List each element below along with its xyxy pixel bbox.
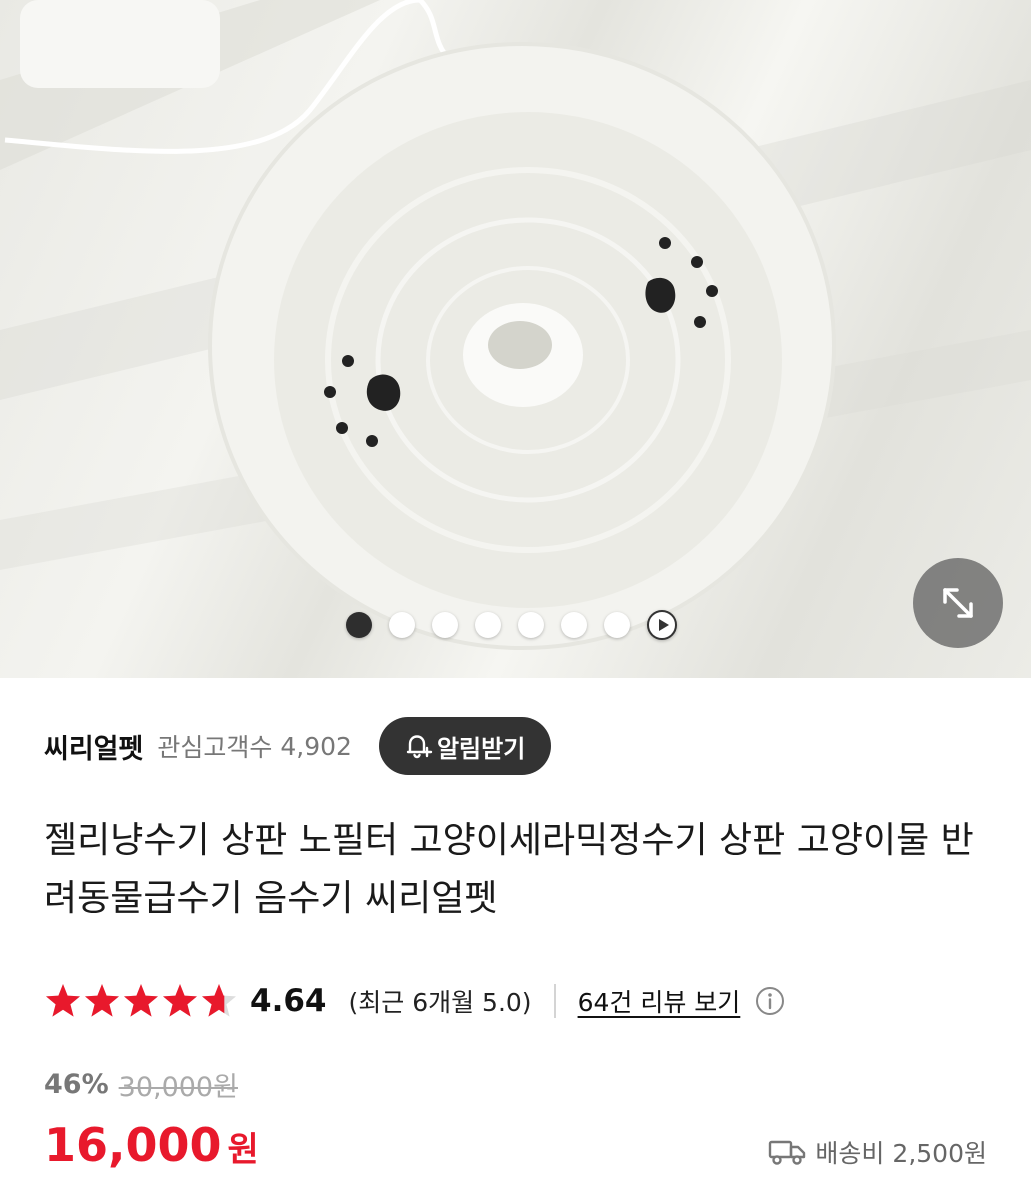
- star-icon: [46, 984, 80, 1017]
- water-fountain-photo: [0, 0, 1031, 650]
- rating-stars: [44, 982, 238, 1020]
- sale-price: 16,000: [44, 1118, 222, 1172]
- currency-unit: 원: [227, 1130, 259, 1170]
- star-icon: [124, 984, 158, 1017]
- original-price: 30,000원: [118, 1071, 238, 1103]
- follower-label: 관심고객수: [157, 733, 273, 762]
- slide-dot[interactable]: [475, 612, 501, 638]
- slide-dot[interactable]: [604, 612, 630, 638]
- discount-rate: 46%: [44, 1068, 109, 1100]
- bell-plus-icon: [406, 735, 433, 759]
- slide-dot[interactable]: [432, 612, 458, 638]
- expand-button[interactable]: [913, 558, 1003, 648]
- truck-icon: [769, 1140, 806, 1165]
- alarm-button[interactable]: 알림받기: [378, 717, 552, 775]
- star-icon: [85, 984, 119, 1017]
- rating-row: 4.64 (최근 6개월 5.0) 64건 리뷰 보기: [44, 976, 786, 1026]
- star-icon: [202, 984, 236, 1017]
- product-title: 젤리냥수기 상판 노필터 고양이세라믹정수기 상판 고양이물 반려동물급수기 음…: [44, 820, 974, 919]
- info-icon[interactable]: [754, 985, 786, 1017]
- shipping-fee: 2,500원: [892, 1139, 987, 1168]
- seller-name[interactable]: 씨리얼펫: [44, 727, 143, 766]
- divider: [553, 984, 556, 1018]
- follower-count: 4,902: [280, 731, 352, 761]
- rating-score: 4.64: [250, 983, 327, 1019]
- price-row: 16,000 원: [44, 1118, 259, 1182]
- shipping-info: 배송비 2,500원: [767, 1130, 987, 1174]
- slide-indicators[interactable]: [346, 610, 677, 640]
- shipping-label: 배송비: [815, 1139, 885, 1168]
- slide-dot[interactable]: [389, 612, 415, 638]
- recent-rating: (최근 6개월 5.0): [348, 988, 532, 1017]
- slide-dot[interactable]: [518, 612, 544, 638]
- seller-row: 씨리얼펫 관심고객수 4,902 알림받기: [44, 716, 552, 776]
- play-icon[interactable]: [647, 610, 677, 640]
- star-icon: [163, 984, 197, 1017]
- alarm-label: 알림받기: [436, 734, 526, 763]
- slide-dot[interactable]: [346, 612, 372, 638]
- slide-dot[interactable]: [561, 612, 587, 638]
- discount-row: 46% 30,000원: [44, 1062, 238, 1106]
- product-image[interactable]: [0, 0, 1031, 678]
- expand-arrows-icon: [943, 588, 973, 618]
- review-link[interactable]: 64건 리뷰 보기: [578, 983, 741, 1019]
